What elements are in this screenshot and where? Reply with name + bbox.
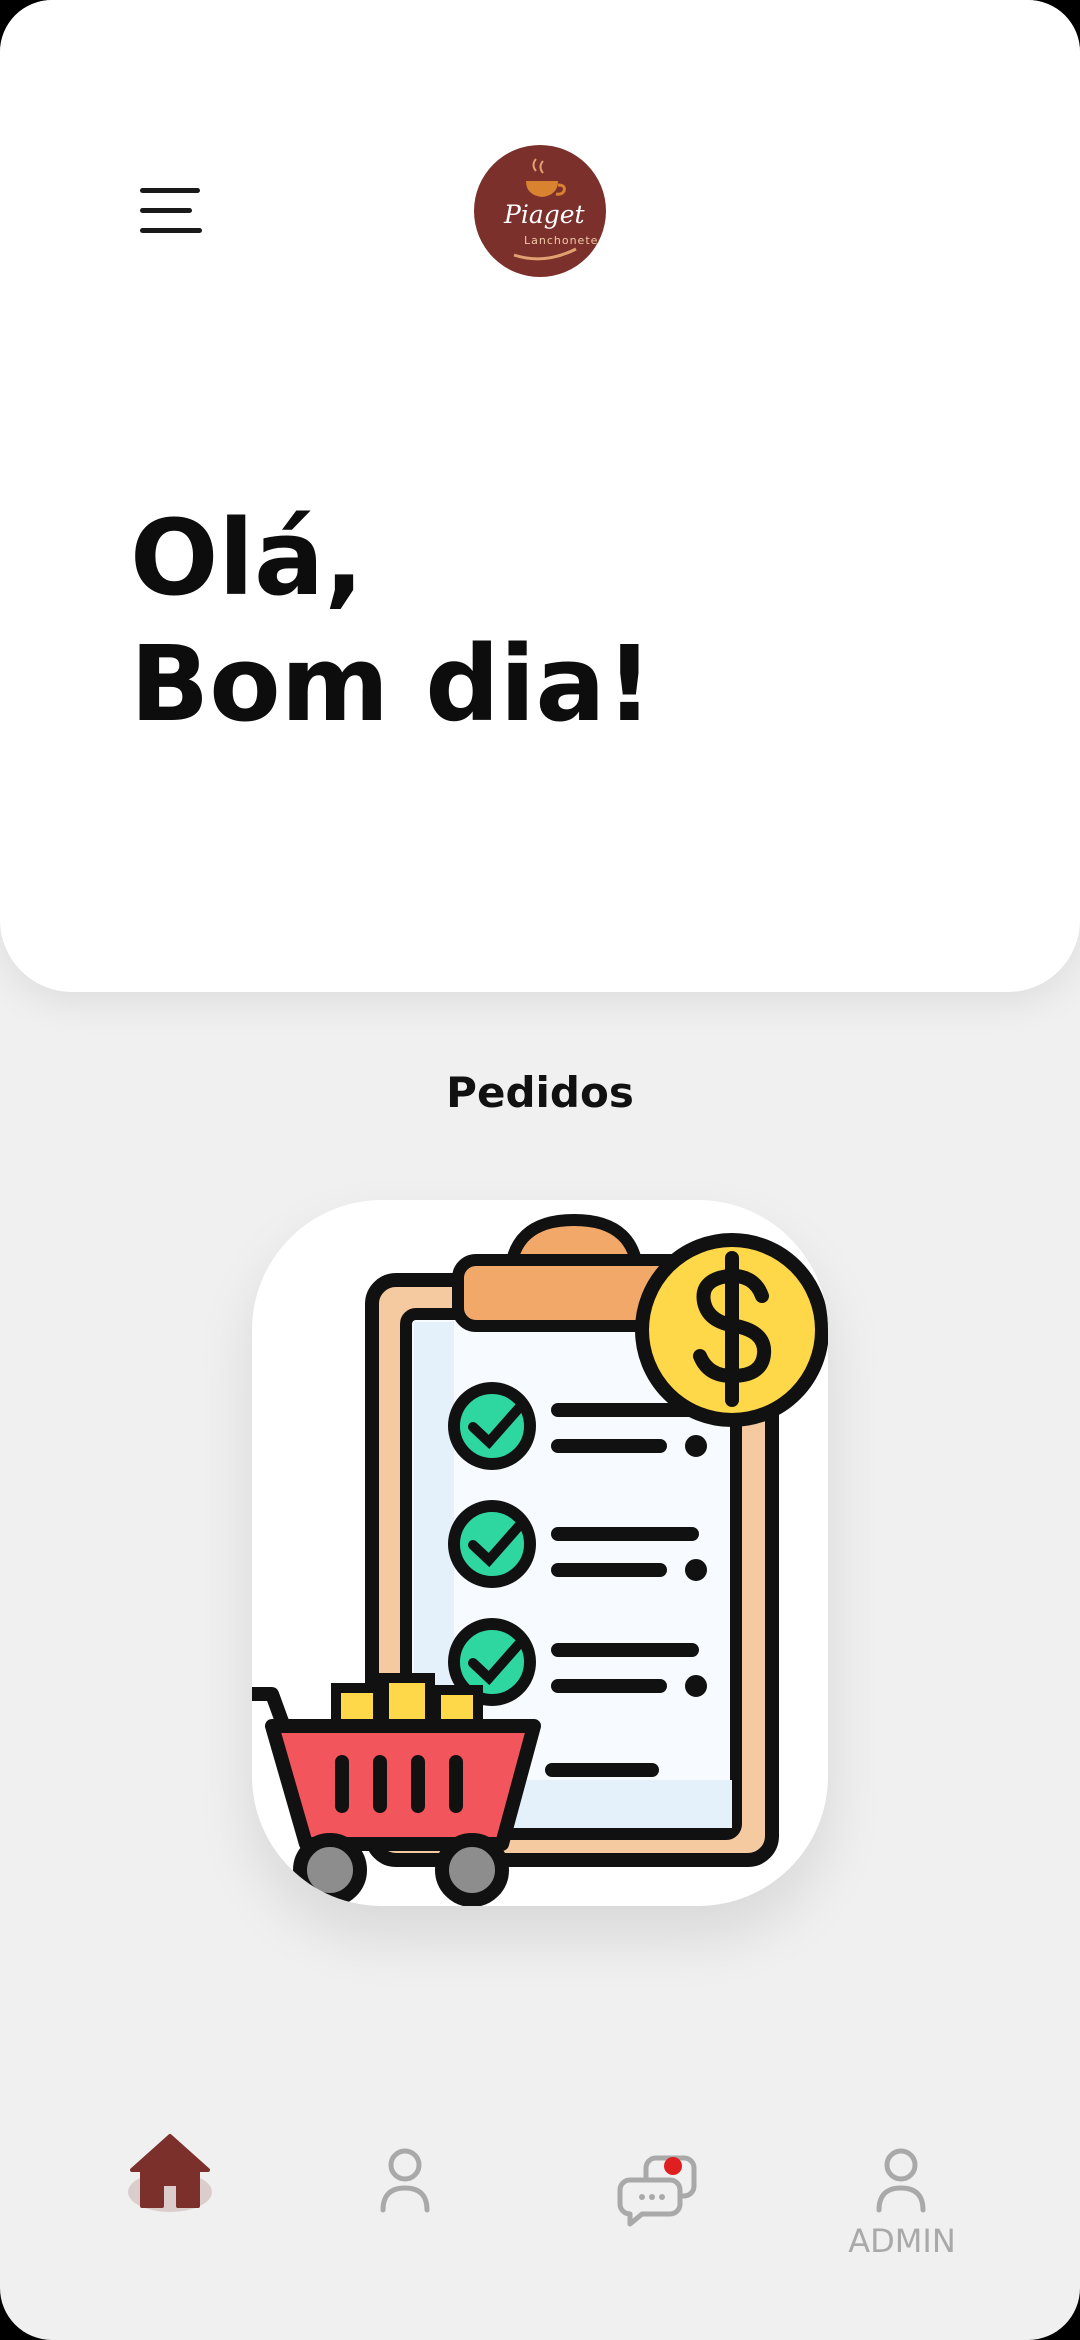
menu-icon-bar — [140, 188, 200, 193]
greeting-line-2: Bom dia! — [130, 623, 653, 745]
menu-icon-bar — [140, 228, 202, 233]
chat-icon — [617, 2155, 697, 2227]
nav-admin-label[interactable]: ADMIN — [842, 2222, 962, 2260]
user-icon — [876, 2148, 926, 2213]
nav-admin[interactable] — [856, 2140, 946, 2230]
menu-button[interactable] — [132, 180, 212, 244]
greeting-line-1: Olá, — [130, 497, 364, 619]
app-screen: Piaget Lanchonete Olá, Bom dia! Pedidos — [0, 0, 1080, 2340]
logo-tagline: Lanchonete — [524, 234, 599, 247]
nav-profile[interactable] — [358, 2140, 448, 2230]
nav-messages[interactable] — [616, 2140, 706, 2230]
menu-icon-bar — [140, 208, 192, 213]
orders-card[interactable] — [252, 1200, 828, 1906]
logo-wordmark: Piaget — [504, 200, 585, 229]
notification-dot — [664, 2157, 682, 2175]
section-title: Pedidos — [446, 1068, 634, 1117]
brand-logo: Piaget Lanchonete — [474, 145, 606, 277]
greeting: Olá, Bom dia! — [130, 495, 653, 747]
orders-clipboard-cart-icon — [252, 1213, 828, 1906]
header-card: Piaget Lanchonete Olá, Bom dia! — [0, 0, 1080, 992]
nav-home[interactable] — [120, 2120, 220, 2220]
home-icon — [128, 2134, 212, 2212]
user-icon — [380, 2148, 430, 2213]
